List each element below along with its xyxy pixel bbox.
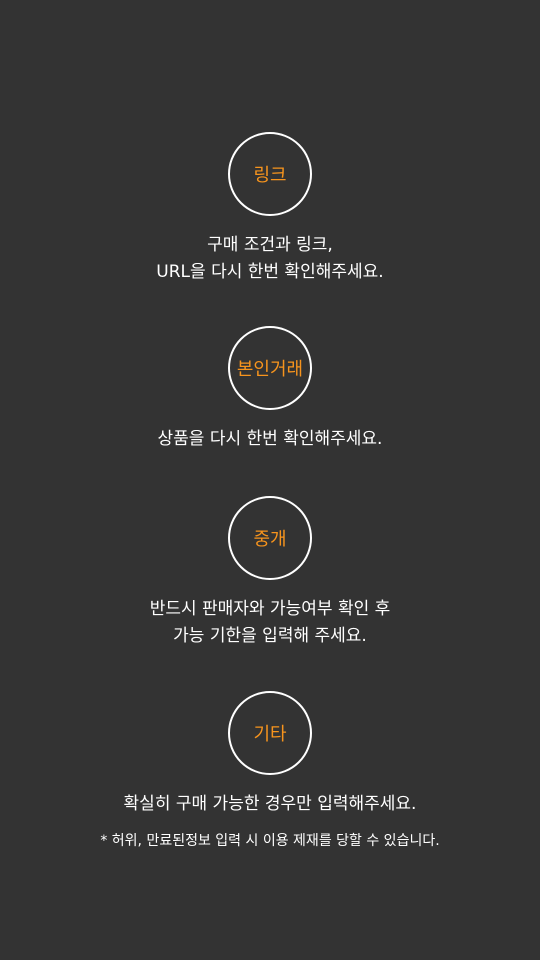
step-label-link: 링크 (253, 165, 287, 186)
description-line: URL을 다시 한번 확인해주세요. (156, 262, 384, 282)
step-label-other: 기타 (253, 724, 287, 745)
step-description-self-trade: 상품을 다시 한번 확인해주세요. (0, 426, 540, 453)
description-line: 상품을 다시 한번 확인해주세요. (157, 429, 383, 449)
step-description-other: 확실히 구매 가능한 경우만 입력해주세요. (0, 791, 540, 818)
step-description-brokerage: 반드시 판매자와 가능여부 확인 후 가능 기한을 입력해 주세요. (0, 596, 540, 650)
description-line: 가능 기한을 입력해 주세요. (173, 626, 367, 646)
step-self-trade: 본인거래 상품을 다시 한번 확인해주세요. (0, 326, 540, 453)
description-line: 구매 조건과 링크, (207, 235, 333, 255)
step-description-link: 구매 조건과 링크, URL을 다시 한번 확인해주세요. (0, 232, 540, 286)
step-circle-brokerage: 중개 (228, 496, 312, 580)
warning-note: * 허위, 만료된정보 입력 시 이용 제재를 당할 수 있습니다. (100, 833, 440, 849)
step-brokerage: 중개 반드시 판매자와 가능여부 확인 후 가능 기한을 입력해 주세요. (0, 496, 540, 650)
step-circle-other: 기타 (228, 691, 312, 775)
step-other: 기타 확실히 구매 가능한 경우만 입력해주세요. (0, 691, 540, 818)
step-circle-self-trade: 본인거래 (228, 326, 312, 410)
step-label-brokerage: 중개 (253, 529, 287, 550)
step-circle-link: 링크 (228, 132, 312, 216)
description-line: 반드시 판매자와 가능여부 확인 후 (149, 599, 391, 619)
step-label-self-trade: 본인거래 (236, 359, 304, 380)
description-line: 확실히 구매 가능한 경우만 입력해주세요. (123, 794, 417, 814)
step-link: 링크 구매 조건과 링크, URL을 다시 한번 확인해주세요. (0, 132, 540, 286)
